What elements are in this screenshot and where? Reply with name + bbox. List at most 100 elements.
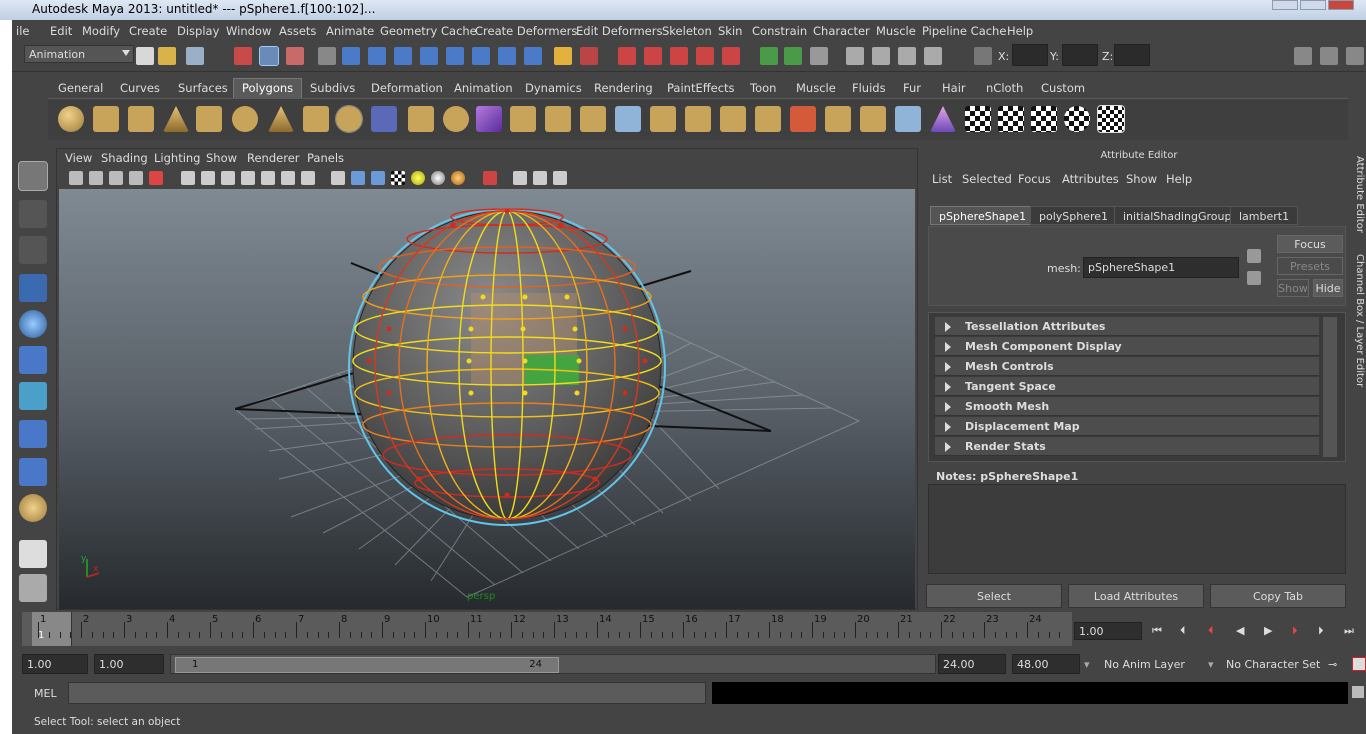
move-tool-icon[interactable]: [19, 274, 47, 302]
mirror-icon[interactable]: [930, 106, 956, 132]
wireframe-on-shaded-icon[interactable]: [371, 171, 385, 185]
menu-animate[interactable]: Animate: [326, 24, 374, 38]
z-field[interactable]: [1114, 44, 1150, 66]
create-polygon-icon[interactable]: [476, 106, 502, 132]
hide-button[interactable]: Hide: [1313, 279, 1343, 297]
animation-end-field[interactable]: 48.00: [1012, 654, 1080, 674]
offset-edge-loop-icon[interactable]: [755, 106, 781, 132]
select-handles-icon[interactable]: [342, 47, 360, 65]
poly-pipe-icon[interactable]: [303, 106, 329, 132]
chevron-down-icon[interactable]: ▾: [1084, 658, 1090, 671]
menu-character[interactable]: Character: [813, 24, 870, 38]
input-ops-icon[interactable]: [760, 47, 778, 65]
select-misc-icon[interactable]: [524, 47, 542, 65]
show-attribute-editor-icon[interactable]: [1294, 47, 1312, 65]
ae-menu-attributes[interactable]: Attributes: [1062, 172, 1119, 186]
section-mesh-controls[interactable]: Mesh Controls: [935, 357, 1319, 376]
chevron-down-icon[interactable]: ▾: [1208, 658, 1214, 671]
render-frame-icon[interactable]: [846, 47, 864, 65]
tab-subdivs[interactable]: Subdivs: [310, 78, 355, 98]
menu-edit[interactable]: Edit: [50, 24, 72, 38]
highlight-selection-icon[interactable]: [580, 47, 598, 65]
poke-icon[interactable]: [790, 106, 816, 132]
notes-field[interactable]: [928, 484, 1346, 574]
goto-input-icon[interactable]: [1247, 249, 1261, 263]
grid-toggle-icon[interactable]: [181, 171, 195, 185]
play-forwards-icon[interactable]: ▶: [1264, 624, 1280, 638]
poly-plane-icon[interactable]: [196, 106, 222, 132]
safe-title-icon[interactable]: [301, 171, 315, 185]
character-set-dropdown[interactable]: No Character Set: [1226, 658, 1320, 671]
panel-menu-show[interactable]: Show: [206, 151, 237, 165]
ae-tab-pshereshape1[interactable]: pSphereShape1: [930, 206, 1036, 225]
menu-muscle[interactable]: Muscle: [876, 24, 916, 38]
tab-toon[interactable]: Toon: [750, 78, 776, 98]
panel-menu-view[interactable]: View: [65, 151, 92, 165]
snap-point-icon[interactable]: [670, 47, 688, 65]
playback-end-field[interactable]: 24.00: [938, 654, 1006, 674]
gate-mask-icon[interactable]: [241, 171, 255, 185]
uv-planar-icon[interactable]: [965, 106, 991, 132]
focus-button[interactable]: Focus: [1277, 235, 1343, 253]
render-settings-icon[interactable]: [898, 47, 916, 65]
two-d-pan-icon[interactable]: [149, 171, 163, 185]
mesh-name-field[interactable]: pSphereShape1: [1083, 257, 1239, 278]
menu-set-dropdown[interactable]: Animation: [24, 45, 134, 63]
tab-muscle[interactable]: Muscle: [796, 78, 836, 98]
range-handle[interactable]: 1 24: [175, 657, 559, 673]
smooth-shade-icon[interactable]: [351, 171, 365, 185]
soft-modification-icon[interactable]: [19, 420, 47, 448]
presets-button[interactable]: Presets: [1277, 257, 1343, 275]
menu-window[interactable]: Window: [226, 24, 271, 38]
ae-menu-focus[interactable]: Focus: [1018, 172, 1051, 186]
extract-icon[interactable]: [895, 106, 921, 132]
layout-single-icon[interactable]: [19, 540, 47, 568]
snap-view-plane-icon[interactable]: [696, 47, 714, 65]
transform-mode-icon[interactable]: [974, 47, 992, 65]
isolate-select-icon[interactable]: [483, 171, 497, 185]
menu-create[interactable]: Create: [129, 24, 167, 38]
paint-select-tool-icon[interactable]: [19, 236, 47, 264]
select-component-icon[interactable]: [286, 47, 304, 65]
section-tessellation[interactable]: Tessellation Attributes: [935, 317, 1319, 336]
universal-manipulator-icon[interactable]: [19, 382, 47, 410]
snap-grid-icon[interactable]: [618, 47, 636, 65]
select-surfaces-icon[interactable]: [420, 47, 438, 65]
step-back-icon[interactable]: ⏴: [1180, 624, 1196, 638]
tab-polygons[interactable]: Polygons: [233, 78, 303, 98]
tab-painteffects[interactable]: PaintEffects: [667, 78, 735, 98]
side-tab-attribute-editor[interactable]: Attribute Editor: [1354, 156, 1365, 233]
tab-ncloth[interactable]: nCloth: [986, 78, 1023, 98]
x-ray-joints-icon[interactable]: [533, 171, 547, 185]
range-slider[interactable]: 1 24: [170, 654, 936, 674]
tab-hair[interactable]: Hair: [942, 78, 966, 98]
select-dynamics-icon[interactable]: [472, 47, 490, 65]
poly-pyramid-icon[interactable]: [268, 106, 294, 132]
backface-culling-icon[interactable]: [553, 171, 567, 185]
tab-fluids[interactable]: Fluids: [852, 78, 886, 98]
perspective-viewport[interactable]: y x persp: [59, 189, 915, 609]
time-slider[interactable]: 1 1 2 3 4 5 6 7 8 9 10 11 12 13 14 15 16 17 18 19 20 21 22 23 2…: [22, 612, 1072, 646]
textured-icon[interactable]: [391, 171, 405, 185]
animation-start-field[interactable]: 1.00: [22, 654, 88, 674]
show-tool-settings-icon[interactable]: [1320, 47, 1338, 65]
select-joints-icon[interactable]: [368, 47, 386, 65]
section-displacement-map[interactable]: Displacement Map: [935, 417, 1319, 436]
poly-cylinder-icon[interactable]: [128, 106, 154, 132]
current-frame-field[interactable]: 1.00: [1074, 622, 1142, 640]
ae-menu-show[interactable]: Show: [1126, 172, 1157, 186]
lock-icon[interactable]: [554, 47, 572, 65]
go-to-start-icon[interactable]: ⏮: [1152, 624, 1168, 638]
select-curves-icon[interactable]: [394, 47, 412, 65]
bookmark-icon[interactable]: [109, 171, 123, 185]
load-attributes-button[interactable]: Load Attributes: [1068, 584, 1204, 608]
section-smooth-mesh[interactable]: Smooth Mesh: [935, 397, 1319, 416]
panel-menu-lighting[interactable]: Lighting: [154, 151, 200, 165]
uv-automatic-icon[interactable]: [1064, 106, 1090, 132]
step-back-key-icon[interactable]: ⏴: [1208, 624, 1224, 638]
duplicate-face-icon[interactable]: [860, 106, 886, 132]
split-polygon-icon[interactable]: [545, 106, 571, 132]
panel-menu-panels[interactable]: Panels: [307, 151, 344, 165]
resolution-gate-icon[interactable]: [221, 171, 235, 185]
side-tab-channel-box[interactable]: Channel Box / Layer Editor: [1354, 254, 1365, 387]
